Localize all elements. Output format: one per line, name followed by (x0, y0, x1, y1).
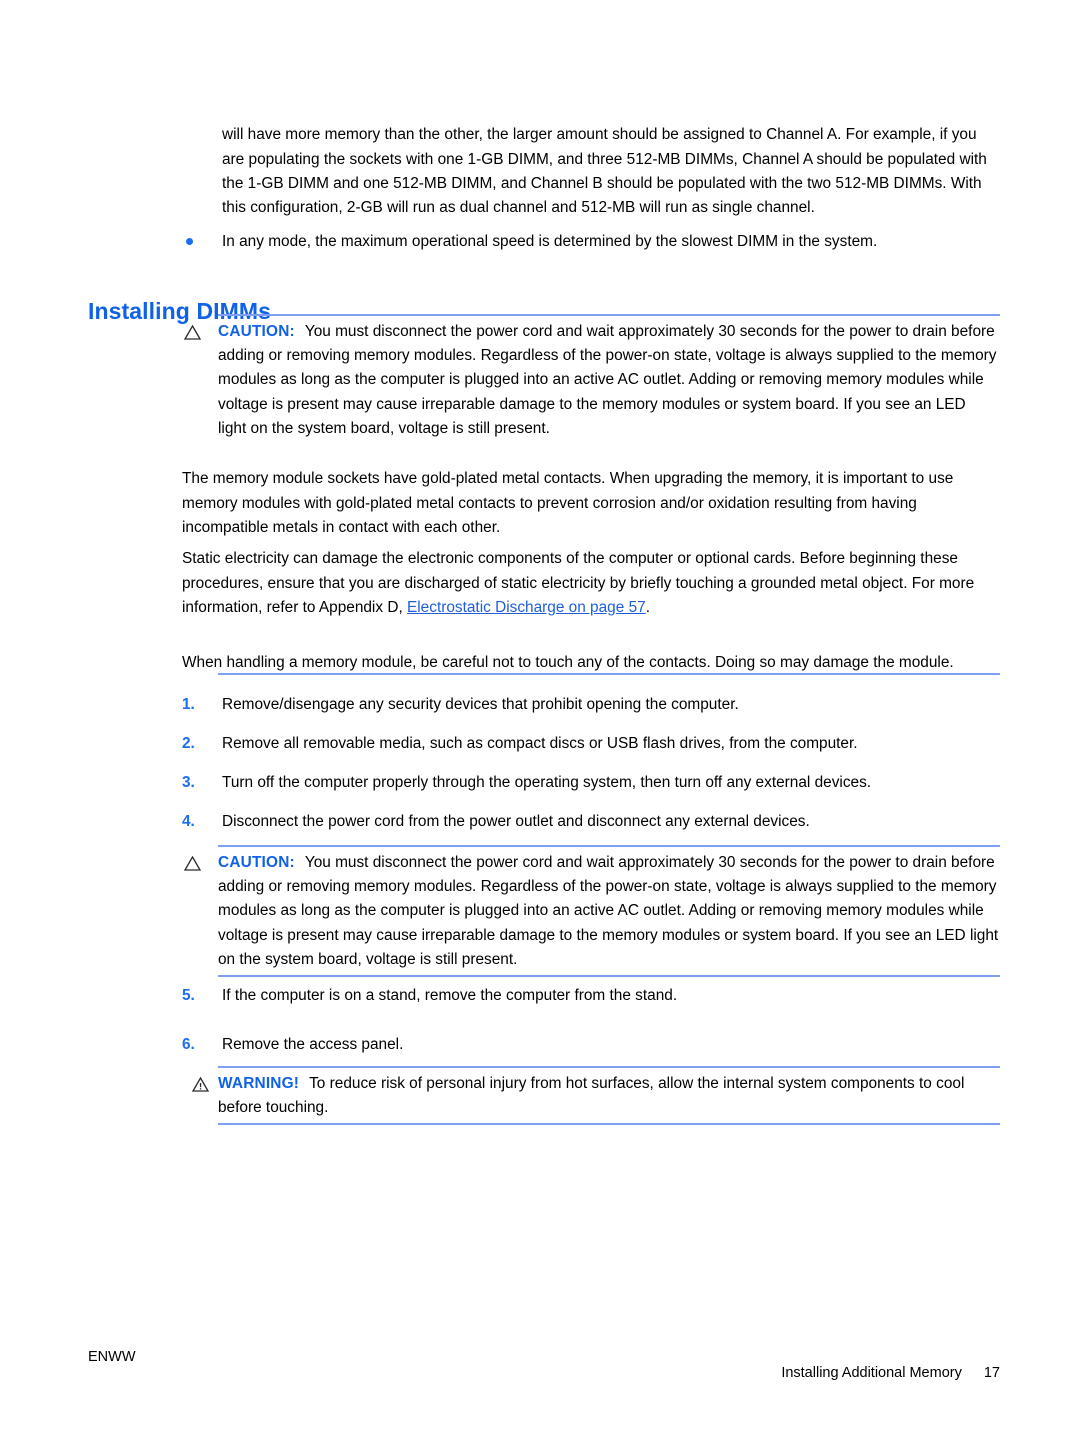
divider (218, 314, 1000, 316)
warning-note: WARNING! To reduce risk of personal injur… (191, 1066, 1000, 1126)
step-label: Remove the access panel. (222, 1036, 404, 1053)
caution-note-2: CAUTION: You must disconnect the power co… (183, 845, 1000, 978)
step-item: 4. Disconnect the power cord from the po… (182, 810, 1002, 834)
step-label: Remove all removable media, such as comp… (222, 735, 858, 752)
step-number: 1. (182, 696, 195, 713)
step-label: Disconnect the power cord from the power… (222, 813, 810, 830)
step-label: Turn off the computer properly through t… (222, 774, 872, 791)
caution-note-1-body: CAUTION: You must disconnect the power co… (183, 320, 1000, 441)
warning-text: To reduce risk of personal injury from h… (218, 1075, 965, 1117)
step-number: 6. (182, 1036, 195, 1053)
warning-label: WARNING! (218, 1075, 300, 1092)
caution-note-2-body: CAUTION: You must disconnect the power co… (183, 851, 1000, 972)
step-item: 2. Remove all removable media, such as c… (182, 732, 1002, 756)
step-number: 2. (182, 735, 195, 752)
electrostatic-discharge-link[interactable]: Electrostatic Discharge on page 57 (407, 599, 646, 616)
caution-note-1: CAUTION: You must disconnect the power co… (183, 314, 1000, 441)
step-item: 6. Remove the access panel. (182, 1033, 1002, 1057)
footer-right: Installing Additional Memory 17 (749, 1349, 1000, 1397)
warning-triangle-icon (191, 1076, 210, 1092)
handling-paragraph: When handling a memory module, be carefu… (182, 654, 954, 672)
gold-plated-paragraph: The memory module sockets have gold-plat… (182, 470, 954, 536)
footer-locale: ENWW (88, 1349, 136, 1365)
document-page: will have more memory than the other, th… (0, 0, 1080, 1437)
step-label: Remove/disengage any security devices th… (222, 696, 739, 713)
static-electricity-paragraph: Static electricity can damage the electr… (182, 547, 1002, 620)
list-item-label: In any mode, the maximum operational spe… (222, 233, 878, 250)
caution-triangle-icon (183, 324, 202, 340)
caution-triangle-icon (183, 855, 202, 871)
step-item: 3. Turn off the computer properly throug… (182, 771, 1002, 795)
static-paragraph-text-2: . (645, 598, 650, 616)
step-item: 1. Remove/disengage any security devices… (182, 693, 1002, 717)
intro-paragraph: will have more memory than the other, th… (222, 126, 987, 216)
caution-label: CAUTION: (218, 854, 295, 871)
step-number: 5. (182, 987, 195, 1004)
footer-section-title: Installing Additional Memory (781, 1365, 962, 1381)
divider (218, 845, 1000, 847)
caution-text: You must disconnect the power cord and w… (218, 323, 997, 437)
step-number: 4. (182, 813, 195, 830)
step-item: 5. If the computer is on a stand, remove… (182, 984, 1002, 1008)
bullet-dot-icon (186, 238, 193, 245)
step-number: 3. (182, 774, 195, 791)
caution-label: CAUTION: (218, 323, 295, 340)
caution-text: You must disconnect the power cord and w… (218, 854, 999, 968)
warning-note-body: WARNING! To reduce risk of personal injur… (191, 1072, 1000, 1120)
step-label: If the computer is on a stand, remove th… (222, 987, 678, 1004)
divider (218, 1066, 1000, 1068)
divider (218, 1123, 1000, 1126)
list-item: In any mode, the maximum operational spe… (182, 230, 1002, 254)
divider (218, 975, 1000, 978)
divider (218, 673, 1000, 675)
footer-page-number: 17 (983, 1365, 1000, 1381)
